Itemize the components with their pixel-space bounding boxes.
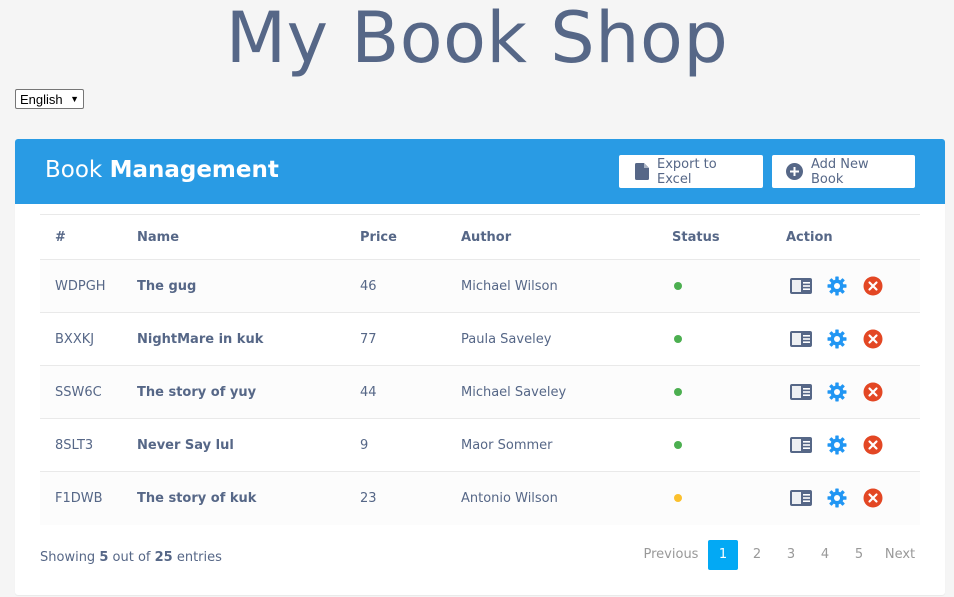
add-label: Add New Book — [811, 156, 869, 187]
panel-title-bold: Management — [109, 157, 279, 183]
gear-icon[interactable] — [826, 275, 848, 297]
book-name: The story of kuk — [137, 490, 257, 506]
book-price: 44 — [345, 365, 446, 419]
row-actions — [786, 434, 920, 456]
total-count: 25 — [154, 550, 173, 565]
book-id: BXXKJ — [40, 312, 122, 366]
book-id: WDPGH — [40, 259, 122, 313]
table-row: WDPGH The gug 46 Michael Wilson — [40, 259, 920, 313]
book-id: F1DWB — [55, 490, 103, 506]
delete-icon[interactable] — [862, 328, 884, 350]
gear-icon[interactable] — [826, 487, 848, 509]
panel-title-light: Book — [45, 157, 103, 183]
delete-icon[interactable] — [862, 487, 884, 509]
table-row: SSW6C The story of yuy 44 Michael Savele… — [40, 365, 920, 419]
action-cell — [771, 472, 920, 525]
book-name: The gug — [122, 259, 345, 313]
pagination-page-4[interactable]: 4 — [810, 540, 840, 570]
status-cell — [657, 312, 771, 366]
book-author: Maor Sommer — [446, 418, 657, 472]
row-actions — [786, 328, 920, 350]
status-cell — [657, 365, 771, 419]
shown-count: 5 — [99, 550, 109, 565]
row-actions — [786, 487, 920, 509]
book-id: SSW6C — [40, 365, 122, 419]
col-header-status: Status — [657, 214, 771, 260]
book-name: NightMare in kuk — [122, 312, 345, 366]
pagination-previous[interactable]: Previous — [637, 540, 705, 570]
book-author: Paula Saveley — [446, 312, 657, 366]
table-row: F1DWB The story of kuk 23 Antonio Wilson — [40, 471, 920, 525]
book-id: 8SLT3 — [40, 418, 122, 472]
book-price: 9 — [345, 418, 446, 472]
view-icon[interactable] — [790, 434, 812, 456]
view-icon[interactable] — [790, 328, 812, 350]
table-row: 8SLT3 Never Say lul 9 Maor Sommer — [40, 418, 920, 472]
action-cell — [771, 312, 920, 366]
row-actions — [786, 275, 920, 297]
panel-header: Book Management Export to Excel Add New … — [15, 139, 945, 204]
col-header-action: Action — [771, 214, 920, 260]
col-header-author: Author — [446, 214, 657, 260]
export-to-excel-button[interactable]: Export to Excel — [619, 155, 763, 188]
delete-icon[interactable] — [862, 434, 884, 456]
add-new-book-button[interactable]: Add New Book — [772, 155, 915, 188]
language-selected-value: English — [20, 91, 63, 107]
action-cell — [771, 418, 920, 472]
book-price: 46 — [345, 259, 446, 313]
entries-summary: Showing 5 out of 25 entries — [40, 550, 222, 565]
status-dot — [674, 387, 682, 396]
pagination-page-5[interactable]: 5 — [844, 540, 874, 570]
gear-icon[interactable] — [826, 328, 848, 350]
pagination: Previous 1 2 3 4 5 Next — [635, 540, 924, 570]
site-title: My Book Shop — [225, 0, 729, 79]
showing-prefix: Showing — [40, 550, 96, 565]
plus-circle-icon — [786, 163, 803, 180]
pagination-page-1[interactable]: 1 — [708, 540, 738, 570]
gear-icon[interactable] — [826, 381, 848, 403]
status-cell — [657, 472, 771, 525]
book-price: 23 — [360, 490, 377, 506]
table-row: BXXKJ NightMare in kuk 77 Paula Saveley — [40, 312, 920, 366]
view-icon[interactable] — [790, 275, 812, 297]
pagination-page-2[interactable]: 2 — [742, 540, 772, 570]
delete-icon[interactable] — [862, 381, 884, 403]
delete-icon[interactable] — [862, 275, 884, 297]
status-dot — [674, 281, 682, 290]
col-header-name: Name — [122, 214, 345, 260]
view-icon[interactable] — [790, 381, 812, 403]
entries-text: entries — [176, 550, 222, 565]
status-dot — [674, 334, 682, 343]
gear-icon[interactable] — [826, 434, 848, 456]
status-dot — [674, 440, 682, 449]
panel-title: Book Management — [45, 157, 279, 183]
view-icon[interactable] — [790, 487, 812, 509]
book-author: Michael Saveley — [446, 365, 657, 419]
pagination-next[interactable]: Next — [878, 540, 922, 570]
action-cell — [771, 365, 920, 419]
books-table: # Name Price Author Status Action WDPGH … — [40, 214, 920, 525]
status-dot — [674, 493, 682, 502]
status-cell — [657, 259, 771, 313]
action-cell — [771, 259, 920, 313]
file-icon — [635, 163, 649, 180]
out-of-text: out of — [112, 550, 151, 565]
col-header-id: # — [40, 214, 122, 260]
book-price: 77 — [345, 312, 446, 366]
book-author: Michael Wilson — [446, 259, 657, 313]
chevron-down-icon: ▼ — [70, 94, 79, 104]
pagination-page-3[interactable]: 3 — [776, 540, 806, 570]
book-name: The story of yuy — [122, 365, 345, 419]
language-select[interactable]: English ▼ — [15, 89, 84, 109]
book-author: Antonio Wilson — [461, 490, 558, 506]
export-label: Export to Excel — [657, 156, 717, 187]
table-header-row: # Name Price Author Status Action — [40, 214, 920, 260]
row-actions — [786, 381, 920, 403]
book-name: Never Say lul — [122, 418, 345, 472]
col-header-price: Price — [345, 214, 446, 260]
status-cell — [657, 418, 771, 472]
